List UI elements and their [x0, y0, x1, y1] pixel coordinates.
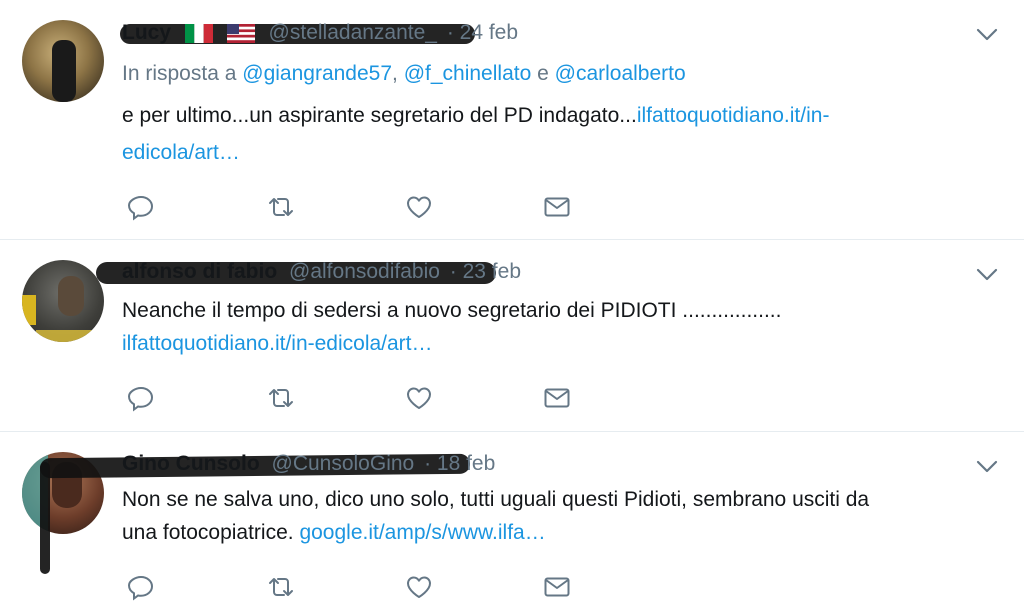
like-icon: [407, 387, 431, 409]
reply-separator: e: [531, 62, 555, 85]
tweet-date[interactable]: · 24 feb: [447, 21, 518, 44]
dm-button[interactable]: [542, 383, 572, 413]
tweet-link-line: ilfattoquotidiano.it/in-edicola/art…: [122, 328, 433, 359]
like-button[interactable]: [404, 572, 434, 602]
avatar[interactable]: [22, 260, 104, 342]
tweet-link[interactable]: ilfattoquotidiano.it/in-edicola/art…: [122, 332, 433, 355]
tweet-text: Neanche il tempo di sedersi a nuovo segr…: [122, 295, 781, 326]
dm-icon: [544, 577, 570, 597]
tweet-body: e per ultimo...un aspirante segretario d…: [122, 104, 637, 127]
retweet-icon: [269, 578, 293, 596]
reply-icon: [127, 575, 154, 601]
reply-user-link[interactable]: @giangrande57: [242, 62, 392, 85]
tweet-link[interactable]: edicola/art…: [122, 141, 240, 164]
tweet-header: Gino Cunsolo @CunsoloGino · 18 feb: [122, 452, 495, 476]
reply-button[interactable]: [126, 192, 156, 222]
tweet-body: Neanche il tempo di sedersi a nuovo segr…: [122, 299, 782, 322]
tweet-header: alfonso di fabio @alfonsodifabio · 23 fe…: [122, 260, 521, 284]
redaction-bar: [40, 462, 50, 574]
reply-icon: [127, 195, 154, 221]
user-handle[interactable]: @stelladanzante_: [269, 21, 437, 44]
tweet-body: Non se ne salva uno, dico uno solo, tutt…: [122, 488, 870, 511]
reply-user-link[interactable]: @f_chinellato: [404, 62, 532, 85]
tweet-body: una fotocopiatrice.: [122, 521, 300, 544]
tweet-date-label: 23 feb: [462, 260, 521, 283]
retweet-button[interactable]: [266, 383, 296, 413]
retweet-icon: [269, 389, 293, 407]
dm-button[interactable]: [542, 192, 572, 222]
user-handle[interactable]: @alfonsodifabio: [289, 260, 440, 283]
reply-prefix: In risposta a: [122, 62, 237, 85]
like-icon: [407, 196, 431, 218]
tweet-date[interactable]: · 23 feb: [450, 260, 521, 283]
tweet-date-label: 24 feb: [459, 21, 519, 44]
reply-button[interactable]: [126, 383, 156, 413]
retweet-button[interactable]: [266, 192, 296, 222]
tweet-1[interactable]: Lucy @stelladanzante_ · 24 feb In rispos…: [0, 0, 1024, 240]
reply-user-link[interactable]: @carloalberto: [555, 62, 686, 85]
reply-icon: [127, 386, 154, 412]
dm-button[interactable]: [542, 572, 572, 602]
reply-context: In risposta a @giangrande57, @f_chinella…: [122, 62, 686, 86]
usa-flag-icon: [226, 23, 255, 43]
like-button[interactable]: [404, 383, 434, 413]
display-name[interactable]: alfonso di fabio: [122, 260, 277, 283]
tweet-link[interactable]: google.it/amp/s/www.ilfa…: [299, 521, 545, 544]
reply-button[interactable]: [126, 572, 156, 602]
chevron-down-icon[interactable]: [976, 28, 998, 42]
chevron-down-icon[interactable]: [976, 460, 998, 474]
chevron-down-icon[interactable]: [976, 268, 998, 282]
tweet-2[interactable]: alfonso di fabio @alfonsodifabio · 23 fe…: [0, 240, 1024, 432]
dm-icon: [544, 388, 570, 408]
tweet-date[interactable]: · 18 feb: [424, 452, 495, 475]
tweet-date-label: 18 feb: [436, 452, 496, 475]
like-icon: [407, 576, 431, 598]
dm-icon: [544, 197, 570, 217]
tweet-3[interactable]: Gino Cunsolo @CunsoloGino · 18 feb Non s…: [0, 432, 1024, 612]
tweet-link[interactable]: ilfattoquotidiano.it/in-: [637, 104, 830, 127]
display-name[interactable]: Gino Cunsolo: [122, 452, 260, 475]
retweet-icon: [269, 198, 293, 216]
user-handle[interactable]: @CunsoloGino: [272, 452, 415, 475]
display-name[interactable]: Lucy: [122, 21, 171, 44]
tweet-text: e per ultimo...un aspirante segretario d…: [122, 100, 829, 131]
retweet-button[interactable]: [266, 572, 296, 602]
tweet-text: Non se ne salva uno, dico uno solo, tutt…: [122, 484, 869, 515]
tweet-text-continued: edicola/art…: [122, 137, 240, 168]
like-button[interactable]: [404, 192, 434, 222]
tweet-header: Lucy @stelladanzante_ · 24 feb: [122, 21, 518, 45]
avatar[interactable]: [22, 20, 104, 102]
reply-separator: ,: [392, 62, 404, 85]
italy-flag-icon: [184, 23, 213, 43]
tweet-text-continued: una fotocopiatrice. google.it/amp/s/www.…: [122, 517, 546, 548]
